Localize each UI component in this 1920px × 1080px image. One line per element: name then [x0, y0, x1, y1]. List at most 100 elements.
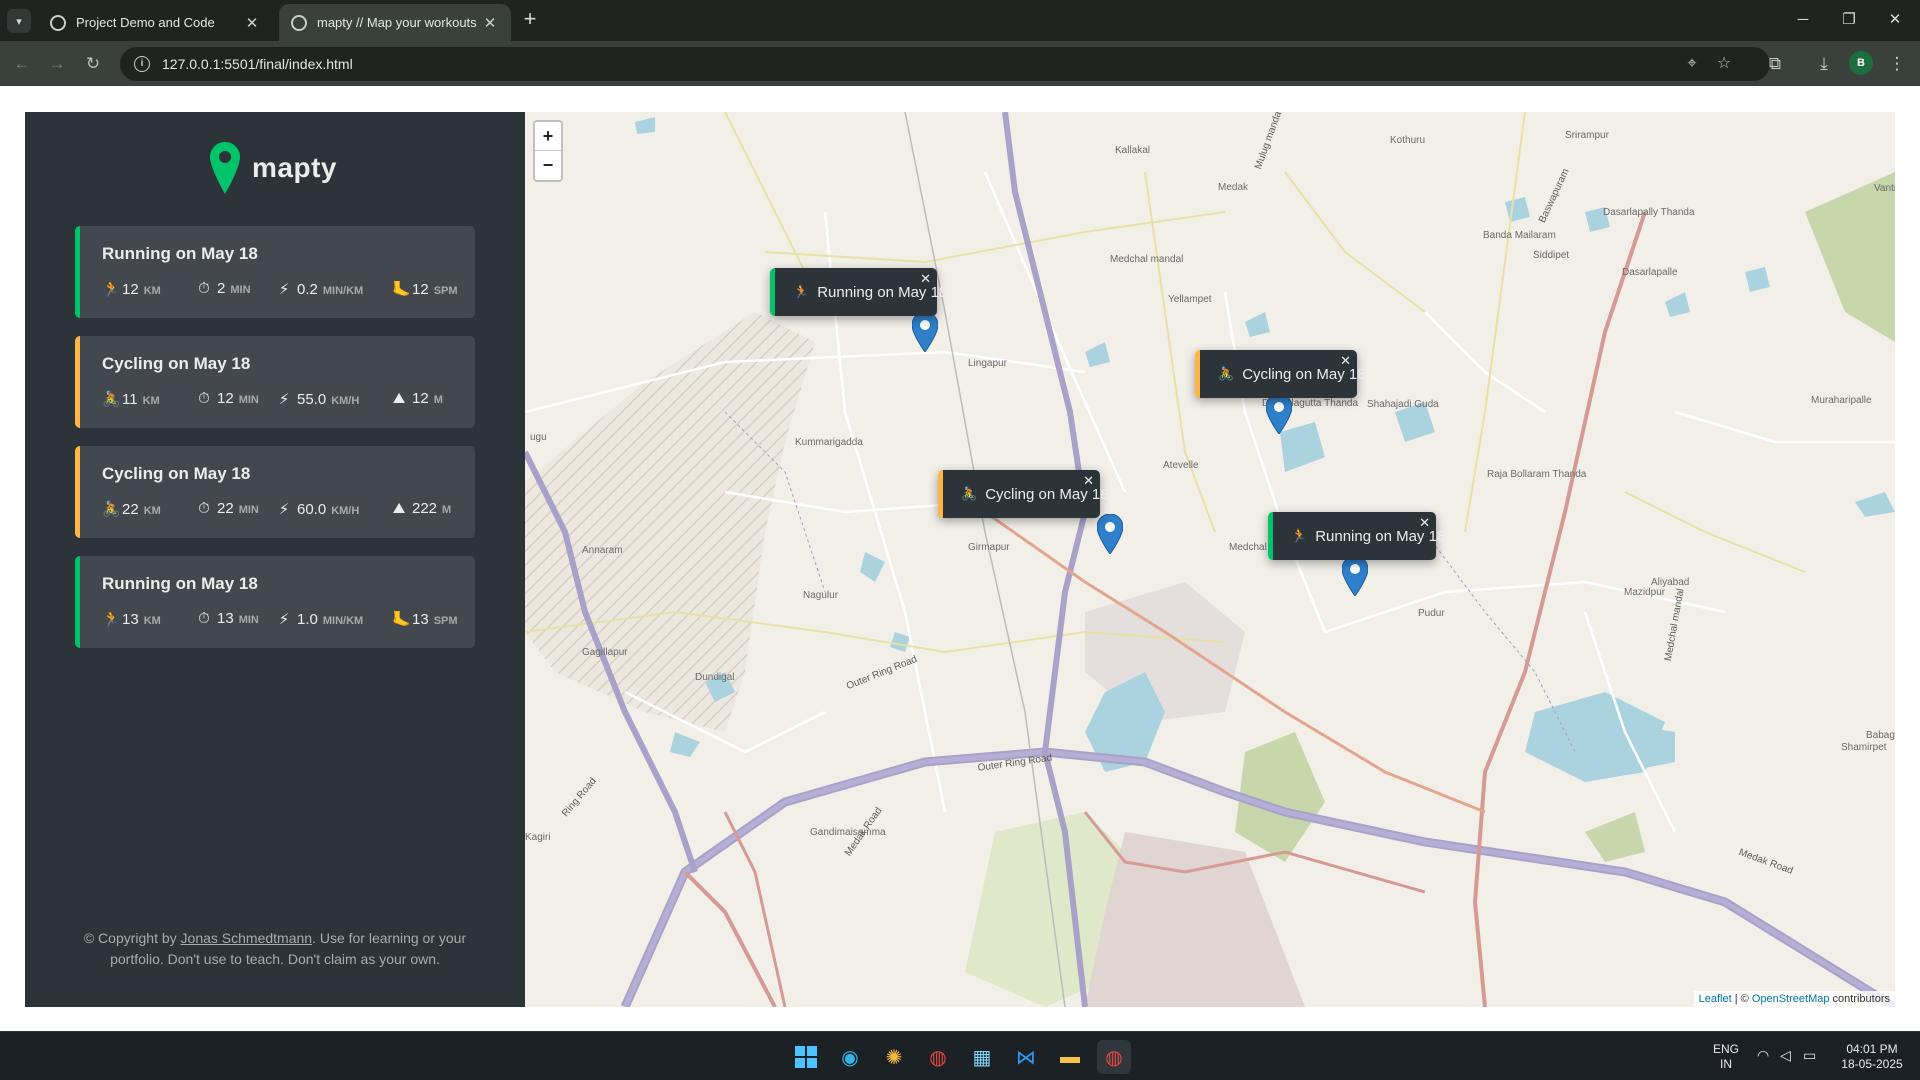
workout-details: 🏃 13 KM ⏱ 13 MIN ⚡ 1.0 MIN/KM 🦶 13 SPM [102, 610, 463, 630]
workout-details: 🏃 12 KM ⏱ 2 MIN ⚡ 0.2 MIN/KM 🦶 12 SPM [102, 280, 463, 300]
address-bar[interactable]: i 127.0.0.1:5501/final/index.html [120, 47, 1770, 81]
workout-cadence-or-elevation: 🦶 12 SPM [392, 280, 458, 298]
workout-duration-unit: MIN [238, 394, 259, 406]
workout-popup[interactable]: 🏃 Running on May 18 ✕ [1268, 512, 1445, 572]
vscode-icon[interactable]: ⋈ [1009, 1040, 1043, 1074]
workout-cadence-or-elevation-unit: SPM [433, 285, 458, 297]
workout-popup[interactable]: 🚴 Cycling on May 18 ✕ [1195, 350, 1366, 410]
workout-popup[interactable]: 🏃 Running on May 18 ✕ [770, 268, 947, 328]
workout-pace-or-speed-value: 0.2 [297, 281, 318, 298]
language-indicator[interactable]: ENG IN [1713, 1042, 1739, 1072]
map-place-label: Shahajadi Guda [1367, 399, 1439, 410]
close-icon[interactable]: ✕ [243, 14, 261, 32]
workout-distance: 🏃 12 KM [102, 280, 161, 298]
workout-cadence-or-elevation: ⛰ 12 M [392, 390, 443, 407]
workout-duration-value: 12 [217, 390, 234, 407]
attribution-separator: | © [1731, 993, 1752, 1005]
author-link[interactable]: Jonas Schmedtmann [181, 930, 313, 946]
chrome-icon[interactable]: ◍ [921, 1040, 955, 1074]
url-text: 127.0.0.1:5501/final/index.html [162, 56, 353, 72]
workout-details: 🚴 11 KM ⏱ 12 MIN ⚡ 55.0 KM/H ⛰ 12 M [102, 390, 463, 410]
browser-tab[interactable]: Project Demo and Code ✕ [38, 4, 273, 41]
location-icon[interactable]: ⌖ [1682, 54, 1702, 74]
clock[interactable]: 04:01 PM 18-05-2025 [1836, 1042, 1908, 1072]
zoom-out-button[interactable]: − [535, 151, 561, 180]
workout-title: Cycling on May 18 [102, 354, 251, 373]
copilot-icon[interactable]: ✺ [877, 1040, 911, 1074]
workout-cadence-or-elevation: 🦶 13 SPM [392, 610, 458, 628]
workout-distance-value: 11 [122, 391, 138, 408]
reload-button[interactable]: ↻ [81, 52, 105, 76]
sidebar: mapty Running on May 18 🏃 12 KM ⏱ 2 MIN ⚡ 0.2 MIN… [25, 112, 525, 1007]
workout-pace-or-speed: ⚡ 0.2 MIN/KM [277, 280, 363, 298]
wifi-icon[interactable]: ◠ [1757, 1048, 1769, 1063]
zoom-control: + − [533, 120, 563, 182]
map-marker-icon[interactable] [1342, 556, 1368, 596]
workout-popup[interactable]: 🚴 Cycling on May 18 ✕ [938, 470, 1109, 530]
minimize-button[interactable]: ─ [1780, 8, 1826, 32]
file-explorer-icon[interactable]: ▬ [1053, 1040, 1087, 1074]
close-icon[interactable]: ✕ [1340, 353, 1351, 369]
workout-pace-or-speed-unit: KM/H [331, 395, 360, 407]
more-menu-icon[interactable]: ⋮ [1885, 52, 1909, 76]
volume-icon[interactable]: ◁ [1780, 1048, 1791, 1063]
workout-pace-or-speed-unit: MIN/KM [322, 285, 364, 297]
windows-icon [795, 1046, 817, 1068]
clock-time: 04:01 PM [1846, 1042, 1898, 1056]
copyright: © Copyright by Jonas Schmedtmann. Use fo… [75, 928, 475, 970]
lightning-icon: ⚡ [278, 391, 290, 408]
map-place-label: Muraharipalle [1811, 395, 1872, 406]
close-icon[interactable]: ✕ [1419, 515, 1430, 531]
map-place-label: Dasarlapalle [1622, 267, 1678, 278]
chrome-profile-icon[interactable]: ◍ [1097, 1040, 1131, 1074]
start-button[interactable] [789, 1040, 823, 1074]
workout-cadence-or-elevation-value: 12 [412, 390, 429, 407]
map-marker-icon[interactable] [912, 312, 938, 352]
cyclist-icon: 🚴 [102, 391, 121, 408]
osm-link[interactable]: OpenStreetMap [1752, 993, 1830, 1005]
close-icon[interactable]: ✕ [1083, 473, 1094, 489]
workout-duration-unit: MIN [238, 504, 259, 516]
new-tab-button[interactable]: + [518, 8, 542, 32]
lightning-icon: ⚡ [278, 501, 290, 518]
forward-button[interactable]: → [45, 52, 69, 76]
region-code: IN [1720, 1057, 1732, 1071]
zoom-in-button[interactable]: + [535, 122, 561, 151]
close-icon[interactable]: ✕ [481, 14, 499, 32]
edge-icon[interactable]: ◉ [833, 1040, 867, 1074]
leaflet-link[interactable]: Leaflet [1699, 993, 1732, 1005]
extensions-icon[interactable]: ⧉ [1763, 52, 1787, 76]
window-close-button[interactable]: ✕ [1872, 8, 1918, 32]
store-icon[interactable]: ▦ [965, 1040, 999, 1074]
map-place-label: Kagiri [525, 832, 551, 843]
download-icon[interactable]: ⤓ [1812, 52, 1836, 76]
bookmark-star-icon[interactable]: ☆ [1714, 54, 1734, 74]
map-marker-icon[interactable] [1266, 394, 1292, 434]
battery-icon[interactable]: ▭ [1803, 1048, 1816, 1063]
profile-avatar[interactable]: B [1849, 51, 1873, 75]
map-tiles[interactable] [525, 112, 1895, 1007]
browser-tab-active[interactable]: mapty // Map your workouts ✕ [279, 4, 511, 41]
tab-search-button[interactable]: ▾ [7, 9, 31, 33]
workout-card[interactable]: Cycling on May 18 🚴 11 KM ⏱ 12 MIN ⚡ 55.0 KM/H ⛰ 12… [75, 336, 475, 428]
restore-button[interactable]: ❐ [1826, 8, 1872, 32]
site-info-icon[interactable]: i [134, 56, 150, 72]
close-icon[interactable]: ✕ [920, 271, 931, 287]
map-place-label: Yellampet [1168, 294, 1212, 305]
workout-card[interactable]: Cycling on May 18 🚴 22 KM ⏱ 22 MIN ⚡ 60.0 KM/H ⛰ 22… [75, 446, 475, 538]
workout-duration-unit: MIN [238, 614, 259, 626]
workout-distance: 🏃 13 KM [102, 610, 161, 628]
back-button[interactable]: ← [10, 52, 34, 76]
workout-duration-unit: MIN [230, 284, 251, 296]
workout-card[interactable]: Running on May 18 🏃 13 KM ⏱ 13 MIN ⚡ 1.0 MIN/KM 🦶 1… [75, 556, 475, 648]
map-marker-icon[interactable] [1097, 514, 1123, 554]
tab-title: mapty // Map your workouts [317, 15, 477, 30]
language-code: ENG [1713, 1042, 1740, 1056]
workout-details: 🚴 22 KM ⏱ 22 MIN ⚡ 60.0 KM/H ⛰ 222 M [102, 500, 463, 520]
workout-cadence-or-elevation-unit: M [433, 394, 443, 406]
workout-card[interactable]: Running on May 18 🏃 12 KM ⏱ 2 MIN ⚡ 0.2 MIN/KM 🦶 12… [75, 226, 475, 318]
lightning-icon: ⚡ [278, 611, 290, 628]
workout-cadence-or-elevation-value: 12 [412, 281, 429, 298]
runner-icon: 🏃 [1291, 528, 1308, 543]
map[interactable]: Kallakal Kothuru Srirampur Vantr Medchal man… [525, 112, 1895, 1007]
